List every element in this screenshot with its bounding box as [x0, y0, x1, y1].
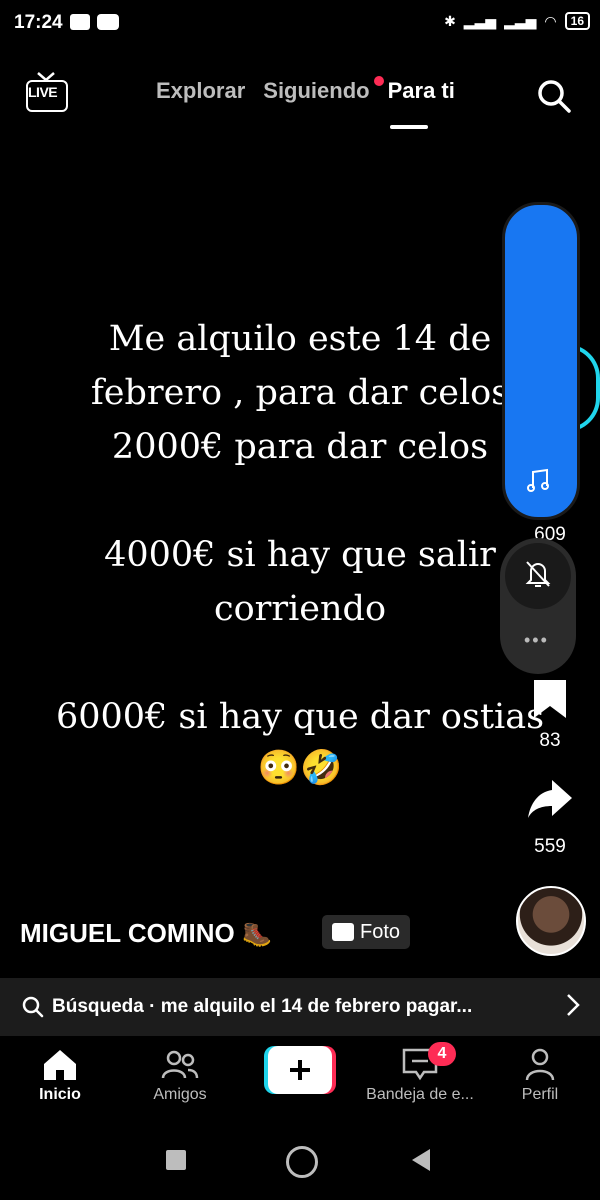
- nav-home[interactable]: Inicio: [0, 1046, 120, 1104]
- image-icon: [332, 923, 354, 941]
- new-content-dot: [373, 76, 384, 86]
- tab-explorar[interactable]: Explorar: [156, 78, 245, 104]
- bluetooth-icon: ✱: [444, 12, 456, 29]
- battery-indicator: 16: [564, 12, 590, 30]
- wifi-icon: ◠: [544, 12, 557, 29]
- signal-icon-2: ▂▃▅: [504, 12, 537, 29]
- photo-badge-label: Foto: [360, 920, 401, 943]
- message-notification-icon: [70, 14, 90, 30]
- tab-siguiendo-label: Siguiendo: [263, 78, 370, 103]
- create-button[interactable]: [264, 1046, 336, 1094]
- share-count: 559: [534, 836, 566, 857]
- chevron-right-icon: [567, 994, 580, 1016]
- nav-profile[interactable]: Perfil: [480, 1046, 600, 1104]
- back-button[interactable]: [412, 1149, 430, 1171]
- home-icon: [44, 1050, 76, 1080]
- music-icon[interactable]: [525, 468, 551, 494]
- status-bar: 17:24 ✱ ▂▃▅ ▂▃▅ ◠ 16: [0, 0, 600, 44]
- profile-icon: [525, 1048, 555, 1081]
- nav-home-label: Inicio: [39, 1086, 81, 1103]
- nav-profile-label: Perfil: [521, 1086, 559, 1103]
- search-icon: [22, 996, 44, 1018]
- live-label: LIVE: [28, 84, 58, 100]
- youtube-notification-icon: [97, 14, 119, 30]
- post-line: 6000€ si hay que dar ostias: [55, 697, 545, 737]
- search-suggestion-text: Búsqueda · me alquilo el 14 de febrero p…: [52, 996, 473, 1017]
- author-name-row[interactable]: MIGUEL COMINO 🥾: [20, 918, 272, 949]
- signal-icon: ▂▃▅: [463, 12, 497, 29]
- search-suggestion-bar[interactable]: Búsqueda · me alquilo el 14 de febrero p…: [0, 978, 600, 1036]
- more-options-icon[interactable]: •••: [524, 630, 549, 651]
- feed-tabs: Explorar Siguiendo Para ti: [156, 76, 455, 104]
- nav-inbox-label: Bandeja de e...: [366, 1086, 474, 1103]
- post-emoji: 😳🤣: [257, 749, 343, 787]
- author-name: MIGUEL COMINO: [20, 918, 235, 948]
- photo-badge: Foto: [322, 915, 411, 949]
- status-right: ✱ ▂▃▅ ▂▃▅ ◠ 16: [444, 12, 590, 30]
- search-icon[interactable]: [536, 78, 572, 114]
- tab-siguiendo[interactable]: Siguiendo: [263, 76, 384, 104]
- nav-inbox[interactable]: Bandeja de e...: [360, 1046, 480, 1104]
- inbox-badge: 4: [428, 1042, 456, 1066]
- nav-friends[interactable]: Amigos: [120, 1046, 240, 1104]
- recent-apps-button[interactable]: [166, 1150, 186, 1170]
- status-time: 17:24: [14, 12, 63, 33]
- active-tab-indicator: [390, 125, 428, 129]
- share-icon[interactable]: [526, 778, 574, 820]
- bookmark-icon[interactable]: [532, 678, 568, 720]
- author-emoji: 🥾: [241, 921, 272, 948]
- friends-icon: [161, 1050, 199, 1079]
- home-system-button[interactable]: [286, 1146, 318, 1178]
- tab-para-ti[interactable]: Para ti: [388, 78, 455, 104]
- creator-avatar[interactable]: [516, 886, 586, 956]
- bookmark-count: 83: [539, 730, 561, 751]
- nav-friends-label: Amigos: [153, 1086, 207, 1103]
- bell-off-icon[interactable]: [523, 558, 553, 590]
- live-button[interactable]: LIVE: [26, 72, 68, 112]
